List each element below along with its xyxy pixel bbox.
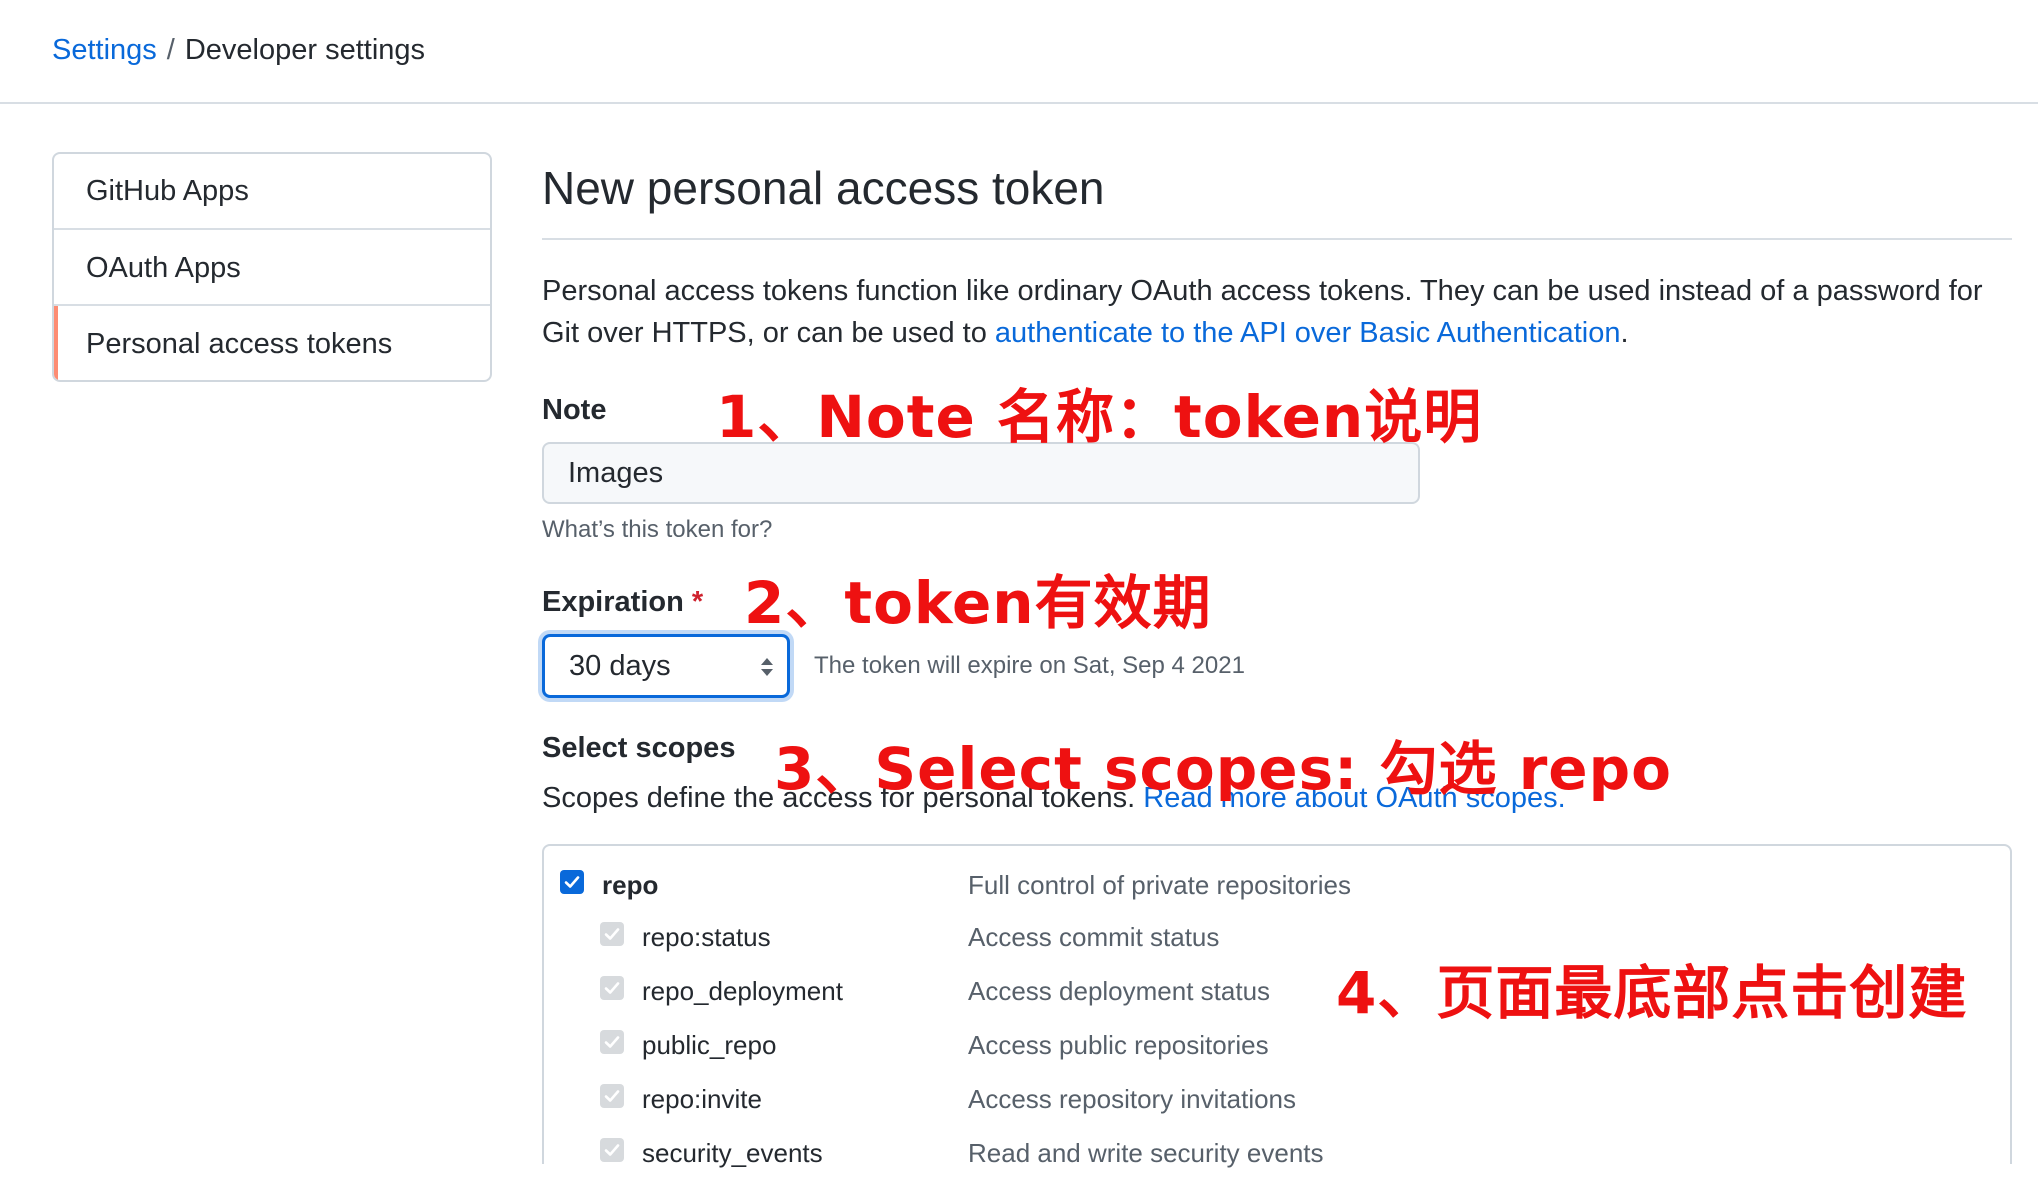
annotation-step-4: 4、页面最底部点击创建 xyxy=(1336,959,1968,1027)
intro-paragraph: Personal access tokens function like ord… xyxy=(542,270,2012,354)
settings-sidebar: GitHub Apps OAuth Apps Personal access t… xyxy=(52,152,492,382)
expiration-help-text: The token will expire on Sat, Sep 4 2021 xyxy=(814,652,1245,679)
scope-row-public-repo: public_repo Access public repositories xyxy=(544,1030,2010,1070)
note-help-text: What’s this token for? xyxy=(542,516,773,543)
check-icon xyxy=(604,1090,620,1102)
breadcrumb: Settings / Developer settings xyxy=(52,32,425,68)
note-label: Note xyxy=(542,394,607,426)
annotation-step-3: 3、Select scopes: 勾选 repo xyxy=(774,735,1672,803)
intro-end: . xyxy=(1620,317,1629,349)
breadcrumb-current: Developer settings xyxy=(184,34,426,66)
check-icon xyxy=(604,982,620,994)
scopes-label: Select scopes xyxy=(542,732,736,764)
sidebar-item-personal-access-tokens[interactable]: Personal access tokens xyxy=(54,304,490,380)
scope-name: repo xyxy=(602,870,659,900)
sidebar-item-github-apps[interactable]: GitHub Apps xyxy=(54,154,490,228)
select-chevron-icon xyxy=(761,658,773,676)
annotation-step-1: 1、Note 名称：token说明 xyxy=(716,383,1483,451)
scope-checkbox-repo-deployment xyxy=(600,976,624,1000)
basic-auth-link[interactable]: authenticate to the API over Basic Authe… xyxy=(995,317,1621,349)
sidebar-item-oauth-apps[interactable]: OAuth Apps xyxy=(54,228,490,304)
expiration-label-text: Expiration xyxy=(542,586,684,618)
scope-name: security_events xyxy=(642,1138,823,1168)
scope-name: public_repo xyxy=(642,1030,777,1060)
scope-row-repo: repo Full control of private repositorie… xyxy=(544,868,2010,908)
check-icon xyxy=(604,928,620,940)
scope-row-repo-invite: repo:invite Access repository invitation… xyxy=(544,1084,2010,1124)
page-title: New personal access token xyxy=(542,152,2012,240)
expiration-label: Expiration * xyxy=(542,586,703,619)
scope-checkbox-repo-invite xyxy=(600,1084,624,1108)
main-content: New personal access token Personal acces… xyxy=(542,152,2012,1168)
check-icon xyxy=(604,1144,620,1156)
scope-description: Read and write security events xyxy=(968,1138,1324,1168)
scope-description: Access public repositories xyxy=(968,1030,1269,1060)
scope-name: repo:invite xyxy=(642,1084,762,1114)
scope-checkbox-repo-status xyxy=(600,922,624,946)
scope-description: Access commit status xyxy=(968,922,1220,952)
scope-description: Access repository invitations xyxy=(968,1084,1297,1114)
scope-row-security-events: security_events Read and write security … xyxy=(544,1138,2010,1178)
expiration-select[interactable]: 30 days xyxy=(542,634,790,698)
scope-name: repo_deployment xyxy=(642,976,843,1006)
scope-description: Full control of private repositories xyxy=(968,870,1351,900)
scope-checkbox-public-repo xyxy=(600,1030,624,1054)
scope-checkbox-repo[interactable] xyxy=(560,870,584,894)
scope-name: repo:status xyxy=(642,922,771,952)
breadcrumb-separator: / xyxy=(166,34,175,66)
scope-checkbox-security-events xyxy=(600,1138,624,1162)
check-icon xyxy=(604,1036,620,1048)
check-icon xyxy=(564,876,580,888)
expiration-selected-value: 30 days xyxy=(569,650,671,682)
scope-description: Access deployment status xyxy=(968,976,1271,1006)
breadcrumb-settings-link[interactable]: Settings xyxy=(52,34,157,66)
annotation-step-2: 2、token有效期 xyxy=(744,569,1212,637)
top-header: Settings / Developer settings xyxy=(0,0,2038,104)
required-mark: * xyxy=(691,586,704,618)
